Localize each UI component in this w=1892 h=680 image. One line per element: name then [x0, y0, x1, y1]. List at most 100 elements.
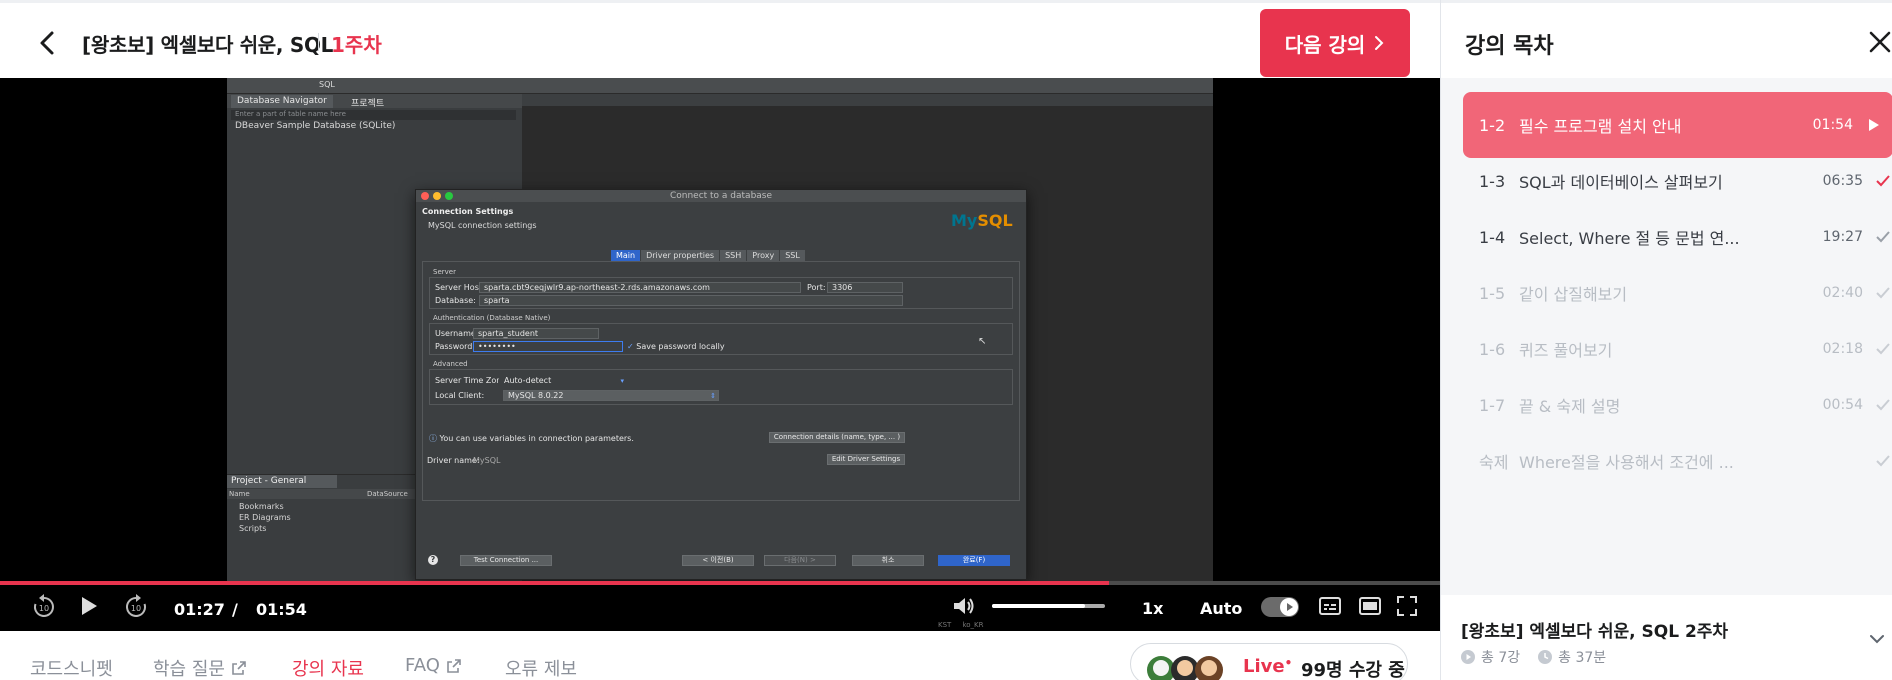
time-separator: /	[232, 600, 238, 619]
tab-code-snippet[interactable]: 코드스니펫	[30, 655, 113, 680]
next-lecture-button[interactable]: 다음 강의	[1260, 9, 1410, 77]
close-icon	[1869, 31, 1891, 53]
checkmark-icon: ✓	[627, 342, 634, 351]
clock-icon	[1538, 650, 1553, 664]
lesson-item[interactable]: 1-5 같이 삽질해보기 02:40	[1463, 262, 1892, 324]
mysql-logo-a: My	[951, 211, 978, 230]
tab-label: FAQ	[405, 655, 440, 676]
lesson-name: SQL과 데이터베이스 살펴보기	[1519, 173, 1723, 192]
live-dot-icon: •	[1284, 656, 1293, 670]
svg-text:10: 10	[39, 604, 49, 613]
svg-text:10: 10	[131, 604, 141, 613]
mysql-logo-b: SQL	[977, 211, 1013, 230]
expand-week-button[interactable]	[1867, 629, 1887, 649]
lesson-status	[1863, 173, 1892, 189]
next-week-section[interactable]: [왕초보] 엑셀보다 쉬운, SQL 2주차 총 7강 총 37분	[1441, 595, 1892, 680]
forward-10-icon: 10	[126, 594, 146, 617]
tab-lecture-materials[interactable]: 강의 자료	[292, 655, 364, 680]
theater-mode-button[interactable]	[1358, 595, 1382, 617]
timezone-select: Auto-detect ▾	[499, 375, 627, 386]
current-time: 01:27	[174, 600, 225, 619]
col-name: Name	[229, 490, 250, 498]
curriculum-sidebar: 강의 목차 1-11주차 오늘 배울 것06:341-2필수 프로그램 설치 안…	[1440, 0, 1892, 680]
local-client-select: MySQL 8.0.22 ⇕	[503, 390, 719, 401]
volume-button[interactable]	[952, 595, 976, 617]
rewind-10-button[interactable]: 10	[30, 593, 58, 621]
chevron-right-icon	[1375, 36, 1384, 50]
subtitles-button[interactable]	[1318, 595, 1342, 617]
dialog-tab-ssl: SSL	[780, 250, 805, 261]
local-client-label: Local Client:	[435, 391, 485, 400]
lesson-number: 1-3	[1479, 171, 1506, 191]
playback-speed[interactable]: 1x	[1142, 599, 1163, 618]
player-controls: 10 10 01:27 / 01:54 KST ko_KR 1x Auto	[0, 581, 1440, 631]
lesson-name: 끝 & 숙제 설명	[1519, 397, 1621, 416]
lesson-item[interactable]: 1-6 퀴즈 풀어보기 02:18	[1463, 318, 1892, 380]
check-icon	[1876, 399, 1890, 411]
col-source: DataSource	[367, 490, 408, 498]
tab-label: 학습 질문	[153, 659, 225, 680]
fullscreen-button[interactable]	[1396, 595, 1418, 617]
lesson-name: 같이 삽질해보기	[1519, 285, 1628, 304]
sidebar-close-button[interactable]	[1865, 27, 1892, 57]
subtitles-icon	[1319, 597, 1341, 615]
dialog-tabs: Main Driver properties SSH Proxy SSL	[611, 250, 805, 261]
port-label: Port:	[807, 283, 826, 292]
play-circle-icon	[1461, 650, 1475, 664]
lesson-item[interactable]: 1-4 Select, Where 절 등 문법 연... 19:27	[1463, 206, 1892, 268]
volume-icon	[954, 598, 974, 614]
ide-toolbar: SQL	[227, 78, 1213, 94]
lesson-duration: 06:35	[1822, 173, 1863, 189]
video-player[interactable]: SQL Database Navigator 프로젝트 Enter a part…	[0, 78, 1440, 631]
title-divider	[318, 33, 319, 51]
dialog-body: Server Server Host: sparta.cbt9ceqjwlr9.…	[422, 261, 1020, 501]
volume-slider[interactable]	[992, 604, 1105, 608]
lesson-item[interactable]: 1-3 SQL과 데이터베이스 살펴보기 06:35	[1463, 150, 1892, 212]
live-label: Live•	[1243, 656, 1292, 677]
db-tree-item: DBeaver Sample Database (SQLite)	[235, 121, 396, 131]
dialog-subheading: MySQL connection settings	[428, 221, 537, 230]
quality-selector[interactable]: Auto	[1200, 599, 1242, 618]
dropdown-icon: ▾	[620, 377, 624, 385]
tab-bug-report[interactable]: 오류 제보	[505, 655, 577, 680]
tab-label: 오류 제보	[505, 659, 577, 680]
lesson-item[interactable]: 숙제 Where절을 사용해서 조건에 ...	[1463, 430, 1892, 492]
page: [왕초보] 엑셀보다 쉬운, SQL 1주차 다음 강의 SQL Databas…	[0, 0, 1892, 680]
table-filter: Enter a part of table name here	[231, 110, 516, 120]
info-icon: ⓘ	[429, 434, 437, 443]
progress-played	[0, 581, 1109, 585]
project-tab: 프로젝트	[345, 95, 391, 109]
dialog-heading: Connection Settings	[422, 207, 514, 216]
autoplay-toggle[interactable]	[1261, 597, 1299, 617]
kst-label: KST ko_KR	[938, 621, 984, 629]
forward-10-button[interactable]: 10	[122, 593, 150, 621]
back-button[interactable]	[30, 25, 66, 61]
main-area: [왕초보] 엑셀보다 쉬운, SQL 1주차 다음 강의 SQL Databas…	[0, 0, 1440, 680]
live-status[interactable]: Live• 99명 수강 중	[1130, 643, 1408, 680]
cancel-dialog-button: 취소	[852, 555, 924, 566]
tab-faq[interactable]: FAQ	[405, 655, 462, 676]
project-item: Scripts	[239, 524, 267, 533]
lesson-number: 숙제	[1479, 453, 1509, 472]
lesson-duration: 02:18	[1822, 341, 1863, 357]
lesson-number: 1-6	[1479, 339, 1506, 359]
lesson-number: 1-4	[1479, 227, 1506, 247]
tab-study-questions[interactable]: 학습 질문	[153, 655, 247, 680]
lesson-name: 필수 프로그램 설치 안내	[1519, 117, 1682, 136]
lesson-item[interactable]: 1-2 필수 프로그램 설치 안내 01:54	[1463, 92, 1892, 158]
toggle-play-icon	[1287, 603, 1293, 611]
username-field: sparta_student	[473, 328, 599, 339]
toggle-knob	[1280, 598, 1298, 616]
progress-bar[interactable]	[0, 581, 1440, 585]
driver-name-label: Driver name:	[427, 456, 480, 465]
next-week-title: [왕초보] 엑셀보다 쉬운, SQL 2주차	[1461, 622, 1729, 642]
play-button[interactable]	[78, 594, 100, 618]
lesson-duration: 00:54	[1822, 397, 1863, 413]
chevron-down-icon	[1870, 635, 1884, 644]
mouse-cursor-icon: ↖	[978, 336, 987, 347]
tab-label: 코드스니펫	[30, 659, 113, 680]
check-icon	[1876, 455, 1890, 467]
mysql-logo: MySQL	[951, 211, 1013, 230]
lesson-item[interactable]: 1-7 끝 & 숙제 설명 00:54	[1463, 374, 1892, 436]
lesson-duration: 01:54	[1812, 117, 1853, 133]
